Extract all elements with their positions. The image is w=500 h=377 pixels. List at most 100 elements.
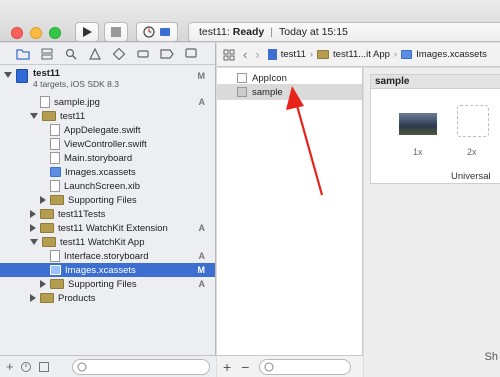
app-icon-set-icon — [237, 73, 247, 83]
disclosure-closed-icon[interactable] — [30, 210, 36, 218]
gauge-icon — [137, 49, 149, 58]
asset-detail: sample 1x 2x Universal Sh — [364, 68, 500, 377]
asset-filter-field[interactable] — [259, 358, 352, 375]
test-navigator-tab[interactable] — [110, 47, 128, 61]
run-button[interactable] — [75, 22, 99, 42]
xcode-project-icon — [16, 69, 28, 83]
storyboard-file-icon — [50, 152, 60, 164]
disclosure-open-icon[interactable] — [30, 113, 38, 119]
image-slot-1x[interactable] — [399, 113, 437, 135]
find-navigator-tab[interactable] — [62, 47, 80, 61]
scm-badge: A — [198, 279, 206, 289]
breadcrumb-separator: › — [393, 49, 398, 60]
swift-file-icon — [50, 124, 60, 136]
project-navigator-tab[interactable] — [14, 47, 32, 61]
disclosure-closed-icon[interactable] — [40, 196, 46, 204]
project-icon — [267, 49, 277, 60]
list-item[interactable]: LaunchScreen.xib — [0, 179, 215, 193]
zoom-window-button[interactable] — [49, 27, 61, 39]
slot-label-1x: 1x — [413, 147, 423, 157]
list-item[interactable]: test11 WatchKit Extension A — [0, 221, 215, 235]
item-label: Products — [58, 292, 96, 304]
disclosure-closed-icon[interactable] — [30, 224, 36, 232]
list-item-selected[interactable]: Images.xcassets M — [0, 263, 215, 277]
stop-icon — [111, 27, 121, 37]
list-item[interactable]: test11 — [0, 109, 215, 123]
symbol-navigator-tab[interactable] — [38, 47, 56, 61]
project-subtitle: 4 targets, iOS SDK 8.3 — [33, 79, 119, 89]
swift-file-icon — [50, 138, 60, 150]
disclosure-closed-icon[interactable] — [30, 294, 36, 302]
scm-badge: M — [197, 71, 206, 81]
disclosure-open-icon[interactable] — [4, 72, 12, 78]
project-name: test11 — [33, 68, 60, 79]
clipped-text: Sh — [484, 351, 498, 363]
item-label: sample.jpg — [54, 96, 100, 108]
asset-list-toolbar: + − — [217, 355, 363, 377]
item-label: Images.xcassets — [65, 166, 136, 178]
add-icon[interactable]: + — [6, 359, 14, 374]
breadcrumb-file[interactable]: Images.xcassets — [416, 49, 487, 60]
device-label: Universal — [451, 171, 491, 182]
report-navigator-tab[interactable] — [182, 47, 200, 61]
watch-scheme-icon — [143, 26, 155, 38]
slot-label-2x: 2x — [467, 147, 477, 157]
disclosure-open-icon[interactable] — [30, 239, 38, 245]
item-label: Supporting Files — [68, 278, 137, 290]
scheme-selector[interactable] — [136, 22, 178, 42]
recent-files-icon[interactable] — [20, 361, 32, 373]
list-item[interactable]: test11 WatchKit App — [0, 235, 215, 249]
close-window-button[interactable] — [11, 27, 23, 39]
item-label: Images.xcassets — [65, 264, 136, 276]
breakpoint-icon — [160, 48, 174, 59]
debug-navigator-tab[interactable] — [134, 47, 152, 61]
group-folder-icon — [317, 50, 330, 59]
search-icon — [65, 48, 77, 60]
minimize-window-button[interactable] — [30, 27, 42, 39]
list-item[interactable]: Supporting Files A — [0, 277, 215, 291]
image-slot-2x[interactable] — [457, 105, 489, 137]
item-label: test11 WatchKit App — [60, 236, 145, 248]
scm-badge: A — [198, 223, 206, 233]
stop-button[interactable] — [104, 22, 128, 42]
list-item[interactable]: test11Tests — [0, 207, 215, 221]
breakpoint-navigator-tab[interactable] — [158, 47, 176, 61]
related-items-icon[interactable] — [223, 49, 235, 61]
navigator-filter-bar: + — [0, 355, 216, 377]
disclosure-closed-icon[interactable] — [40, 280, 46, 288]
add-asset-icon[interactable]: + — [223, 359, 231, 375]
back-arrow-icon[interactable]: ‹ — [243, 47, 247, 62]
xib-file-icon — [50, 180, 60, 192]
project-navigator: test11 4 targets, iOS SDK 8.3 M sample.j… — [0, 43, 216, 377]
warning-icon — [89, 47, 101, 60]
status-project: test11: — [199, 26, 230, 38]
list-item[interactable]: Images.xcassets — [0, 165, 215, 179]
asset-label: sample — [252, 86, 283, 98]
annotation-arrow-icon — [286, 86, 324, 196]
item-label: Supporting Files — [68, 194, 137, 206]
item-label: test11 WatchKit Extension — [58, 222, 168, 234]
list-item[interactable]: AppDelegate.swift — [0, 123, 215, 137]
list-item[interactable]: ViewController.swift — [0, 137, 215, 151]
jump-bar: ‹ › test11 › test11...it App › Images.xc… — [217, 43, 500, 67]
issue-navigator-tab[interactable] — [86, 47, 104, 61]
navigator-tabs — [0, 43, 215, 65]
project-row[interactable]: test11 4 targets, iOS SDK 8.3 M — [0, 68, 215, 92]
list-item[interactable]: Main.storyboard — [0, 151, 215, 165]
list-item[interactable]: Interface.storyboard A — [0, 249, 215, 263]
breadcrumb-project[interactable]: test11 — [281, 49, 306, 60]
list-item[interactable]: Supporting Files — [0, 193, 215, 207]
remove-asset-icon[interactable]: − — [241, 359, 249, 375]
list-item[interactable]: sample.jpg A — [0, 95, 215, 109]
group-folder-icon — [40, 209, 54, 219]
group-folder-icon — [42, 237, 56, 247]
item-label: test11 — [60, 110, 86, 122]
filter-icon — [77, 362, 87, 372]
scm-filter-icon[interactable] — [38, 361, 50, 373]
forward-arrow-icon[interactable]: › — [255, 47, 259, 62]
image-set-card: sample 1x 2x Universal — [370, 74, 500, 184]
navigator-filter-field[interactable] — [72, 359, 210, 375]
group-folder-icon — [42, 111, 56, 121]
breadcrumb-group[interactable]: test11...it App — [333, 49, 390, 60]
list-item[interactable]: Products — [0, 291, 215, 305]
